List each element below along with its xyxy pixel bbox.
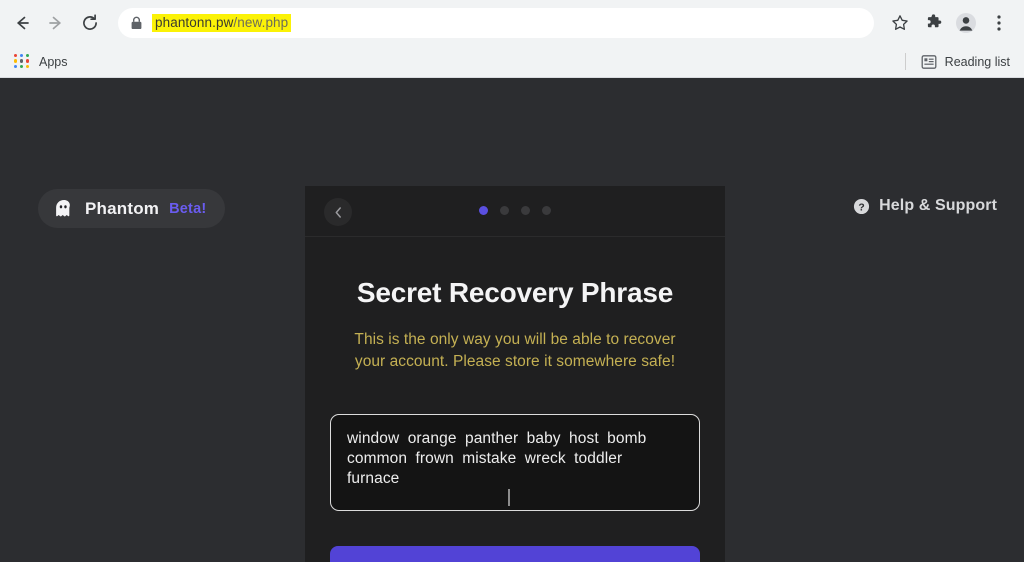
seed-phrase-box[interactable]: window orange panther baby host bomb com…: [330, 414, 700, 512]
confirm-saved-button[interactable]: OK, I saved it somewhere: [330, 546, 700, 562]
url-path: /new.php: [233, 15, 289, 30]
star-icon: [892, 15, 908, 30]
page-content: Phantom Beta! ? Help & Support Secret Re…: [0, 78, 1024, 562]
step-dot-1[interactable]: [479, 206, 488, 215]
chrome-menu-button[interactable]: [984, 8, 1014, 38]
address-bar-url: phantonn.pw/new.php: [152, 14, 292, 32]
seed-phrase-words: window orange panther baby host bomb com…: [347, 430, 647, 487]
puzzle-piece-icon: [927, 13, 941, 27]
browser-forward-button[interactable]: [40, 7, 72, 39]
card-body: Secret Recovery Phrase This is the only …: [305, 277, 725, 562]
phantom-brand-name: Phantom: [85, 198, 160, 218]
forward-arrow-icon: [49, 16, 61, 30]
step-dot-3[interactable]: [521, 206, 530, 215]
help-support-label: Help & Support: [879, 197, 997, 214]
phantom-onboarding-card: Secret Recovery Phrase This is the only …: [305, 186, 725, 562]
browser-toolbar: phantonn.pw/new.php: [0, 0, 1024, 46]
reading-list-label: Reading list: [944, 54, 1010, 69]
step-dot-4[interactable]: [542, 206, 551, 215]
bookmarks-bar: Apps Reading list: [0, 46, 1024, 77]
reading-list-icon: [921, 54, 937, 69]
phantom-beta-badge: Beta!: [169, 200, 207, 217]
recovery-warning-line-1: This is the only way you will be able to…: [354, 331, 676, 348]
address-bar[interactable]: phantonn.pw/new.php: [118, 8, 874, 38]
bookmark-apps[interactable]: Apps: [8, 52, 74, 72]
text-cursor-icon: [508, 489, 510, 507]
extensions-button[interactable]: [918, 8, 948, 38]
reload-icon: [83, 14, 97, 30]
bookmarks-divider: [904, 53, 906, 70]
page-title: Secret Recovery Phrase: [356, 277, 674, 308]
help-support-link[interactable]: ? Help & Support: [853, 197, 997, 215]
browser-reload-button[interactable]: [74, 7, 106, 39]
bookmark-apps-label: Apps: [39, 54, 68, 69]
recovery-warning-text: This is the only way you will be able to…: [329, 329, 701, 373]
three-dot-menu-icon: [997, 15, 1001, 31]
phantom-brand-pill[interactable]: Phantom Beta!: [38, 189, 226, 228]
lock-icon: [131, 16, 142, 29]
profile-avatar-icon: [956, 13, 976, 33]
bookmark-star-button[interactable]: [885, 8, 915, 38]
apps-grid-icon: [14, 53, 30, 70]
back-arrow-icon: [17, 16, 29, 30]
reading-list-button[interactable]: Reading list: [917, 52, 1014, 72]
svg-text:?: ?: [858, 202, 864, 213]
profile-button[interactable]: [951, 8, 981, 38]
step-dot-2[interactable]: [500, 206, 509, 215]
browser-chrome: phantonn.pw/new.php Apps Reading list: [0, 0, 1024, 78]
browser-back-button[interactable]: [6, 7, 38, 39]
question-mark-circle-icon: ?: [854, 198, 870, 214]
phantom-ghost-icon: [56, 199, 70, 216]
url-host: phantonn.pw: [155, 15, 234, 30]
step-indicator: [305, 206, 725, 215]
card-header: [305, 186, 725, 237]
recovery-warning-line-2: your account. Please store it somewhere …: [354, 353, 676, 370]
